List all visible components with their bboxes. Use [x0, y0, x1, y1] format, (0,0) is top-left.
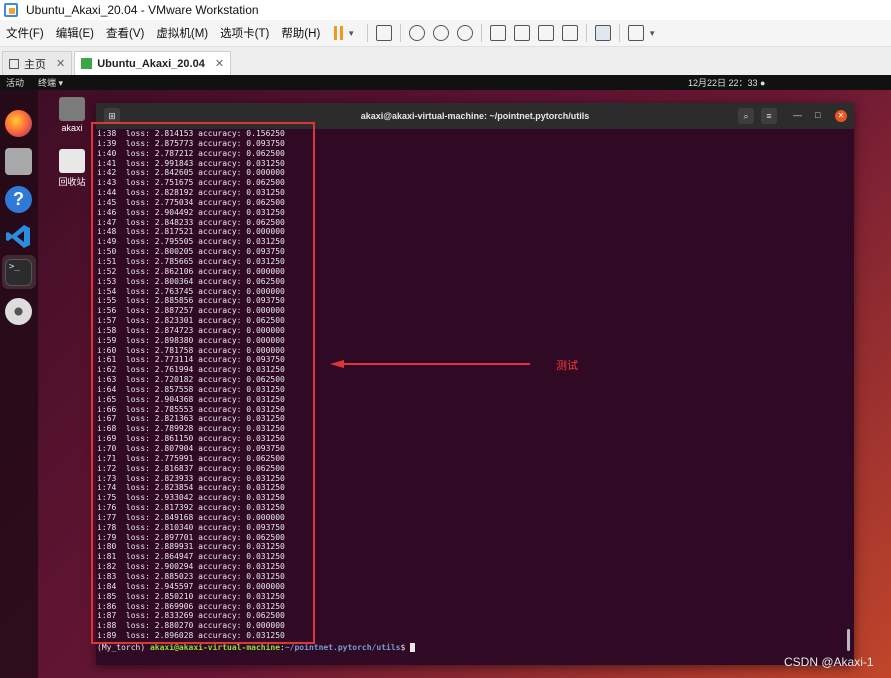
vm-icon [81, 58, 93, 69]
toolbar-divider [367, 24, 369, 42]
unity-icon[interactable] [562, 25, 579, 41]
tab-vm-label: Ubuntu_Akaxi_20.04 [97, 57, 205, 70]
clock[interactable]: 12月22日 22：33 [688, 76, 758, 89]
close-icon[interactable]: ✕ [215, 57, 224, 70]
tab-home-label: 主页 [24, 58, 46, 71]
status-dot-icon: ● [760, 77, 766, 88]
ubuntu-dock: ? >_ [0, 90, 38, 678]
prompt-env: (My_torch) [97, 643, 150, 652]
desktop-home-label: akaxi [61, 123, 83, 133]
vmware-tabbar: 主页 ✕ Ubuntu_Akaxi_20.04 ✕ [0, 47, 891, 75]
ubuntu-topbar: 活动 终端 ▾ 12月22日 22：33 ● [0, 75, 891, 90]
activities-button[interactable]: 活动 [6, 76, 24, 89]
menu-help[interactable]: 帮助(H) [275, 25, 326, 41]
maximize-icon[interactable]: □ [815, 110, 820, 120]
highlight-box [91, 122, 315, 644]
minimize-icon[interactable]: — [793, 110, 802, 120]
vmware-menubar: 文件(F) 编辑(E) 查看(V) 虚拟机(M) 选项卡(T) 帮助(H) ▼ … [0, 20, 891, 47]
close-icon[interactable]: ✕ [835, 110, 847, 122]
snapshot-manager-icon[interactable] [457, 25, 474, 41]
fullscreen-icon[interactable] [538, 25, 555, 41]
close-icon[interactable]: ✕ [56, 57, 65, 70]
text-cursor [410, 643, 416, 652]
menu-file[interactable]: 文件(F) [0, 25, 50, 41]
stretch-dropdown-icon[interactable]: ▼ [648, 29, 656, 38]
help-icon[interactable]: ? [5, 186, 32, 213]
thumbnail-bar-icon[interactable] [514, 25, 531, 41]
files-icon[interactable] [5, 148, 32, 175]
show-library-icon[interactable] [490, 25, 507, 41]
prompt-userhost: akaxi@akaxi-virtual-machine [149, 643, 281, 652]
desktop-trash-label: 回收站 [58, 177, 86, 187]
watermark: CSDN @Akaxi-1 [784, 655, 874, 669]
dvd-icon[interactable] [5, 298, 32, 325]
terminal-icon[interactable]: >_ [5, 259, 32, 286]
home-icon [9, 58, 19, 69]
tab-vm[interactable]: Ubuntu_Akaxi_20.04 ✕ [74, 51, 232, 75]
menu-view[interactable]: 查看(V) [100, 25, 150, 41]
toolbar-divider [400, 24, 402, 42]
revert-snapshot-icon[interactable] [433, 25, 450, 41]
prompt-path: ~/pointnet.pytorch/utils [284, 643, 401, 652]
tab-home[interactable]: 主页 ✕ [2, 51, 73, 75]
console-view-icon[interactable] [595, 25, 612, 41]
search-icon[interactable]: ⌕ [738, 108, 754, 124]
vmware-logo-icon [4, 3, 18, 17]
terminal-scrollbar[interactable] [847, 629, 850, 651]
send-ctrl-alt-del-icon[interactable] [376, 25, 393, 41]
menu-vm[interactable]: 虚拟机(M) [150, 25, 214, 41]
desktop-home-folder[interactable]: akaxi [52, 97, 92, 133]
toolbar-divider [586, 24, 588, 42]
desktop-trash[interactable]: 回收站 [52, 149, 92, 188]
home-folder-icon [59, 97, 85, 121]
annotation-arrow-icon [330, 360, 530, 368]
firefox-icon[interactable] [5, 110, 32, 137]
menu-edit[interactable]: 编辑(E) [50, 25, 100, 41]
window-title: Ubuntu_Akaxi_20.04 - VMware Workstation [26, 3, 259, 17]
trash-icon [59, 149, 85, 173]
snapshot-icon[interactable] [409, 25, 426, 41]
hamburger-menu-icon[interactable]: ≡ [761, 108, 777, 124]
pause-dropdown-icon[interactable]: ▼ [347, 29, 355, 38]
toolbar-divider [619, 24, 621, 42]
shell-prompt[interactable]: (My_torch) akaxi@akaxi-virtual-machine:~… [97, 643, 416, 652]
vmware-titlebar: Ubuntu_Akaxi_20.04 - VMware Workstation [0, 0, 891, 20]
vscode-icon[interactable] [5, 223, 32, 250]
stretch-guest-icon[interactable] [628, 25, 645, 41]
menu-tabs[interactable]: 选项卡(T) [214, 25, 275, 41]
annotation-label: 测试 [556, 360, 578, 372]
prompt-symbol: $ [400, 643, 411, 652]
toolbar-divider [481, 24, 483, 42]
app-menu[interactable]: 终端 ▾ [38, 76, 63, 89]
pause-icon[interactable] [334, 26, 344, 40]
